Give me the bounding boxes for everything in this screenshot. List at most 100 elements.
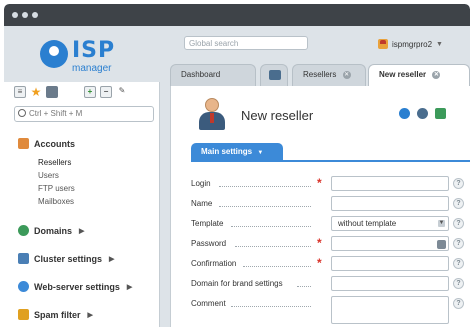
help-icon[interactable]: ? — [453, 198, 464, 209]
sidebar-group-label: Cluster settings — [34, 253, 103, 264]
help-icon[interactable]: ? — [453, 218, 464, 229]
global-search-input[interactable]: Global search — [184, 36, 308, 50]
logo-text: ISP — [72, 38, 116, 63]
tab-resellers[interactable]: Resellers ✕ — [292, 64, 366, 86]
leader-dots — [231, 306, 311, 307]
chevron-right-icon: ▶ — [126, 283, 133, 291]
tab-dashboard[interactable]: Dashboard — [170, 64, 256, 86]
sidebar-group-accounts[interactable]: Accounts — [18, 138, 75, 149]
leader-dots — [235, 246, 311, 247]
header-actions — [399, 108, 446, 119]
sidebar-group-web-server-settings[interactable]: Web-server settings ▶ — [18, 281, 132, 292]
sidebar-item-users[interactable]: Users — [38, 171, 59, 180]
required-mark: * — [317, 176, 322, 190]
section-tab-label: Main settings — [201, 147, 253, 156]
sidebar-group-label: Web-server settings — [34, 281, 120, 292]
user-menu[interactable]: ispmgrpro2 ▼ — [378, 37, 443, 51]
leader-dots — [219, 206, 311, 207]
help-icon[interactable]: ? — [453, 178, 464, 189]
collapse-all-icon[interactable]: − — [100, 86, 112, 98]
avatar-tie — [210, 113, 214, 123]
sidebar-toolbar: ≡ ★ + − ✎ — [14, 86, 128, 100]
pin-icon[interactable]: ✎ — [116, 86, 128, 98]
spam-icon — [18, 309, 29, 320]
help-icon[interactable]: ? — [453, 278, 464, 289]
search-icon — [18, 109, 26, 117]
tab-label: New reseller — [379, 70, 427, 79]
confirmation-input[interactable] — [331, 256, 449, 271]
field-label: Comment — [191, 299, 226, 308]
close-icon[interactable]: ✕ — [342, 70, 351, 79]
form-row-template: Template without template ▼ ? — [191, 216, 470, 232]
list-icon[interactable]: ≡ — [14, 86, 26, 98]
field-label: Confirmation — [191, 259, 237, 268]
template-selected-value: without template — [338, 219, 397, 228]
login-input[interactable] — [331, 176, 449, 191]
window-close-dot[interactable] — [12, 12, 18, 18]
sidebar-item-resellers[interactable]: Resellers — [38, 158, 71, 167]
field-label: Name — [191, 199, 213, 208]
page-title: New reseller — [241, 108, 314, 123]
required-mark: * — [317, 256, 322, 270]
form-row-password: Password * ? — [191, 236, 470, 252]
leader-dots — [243, 266, 311, 267]
sidebar-item-mailboxes[interactable]: Mailboxes — [38, 197, 74, 206]
refresh-icon[interactable] — [399, 108, 410, 119]
panel-icon — [269, 70, 281, 80]
form-row-login: Login * ? — [191, 176, 470, 192]
help-icon[interactable]: ? — [453, 238, 464, 249]
comment-textarea[interactable] — [331, 296, 449, 324]
generate-password-icon[interactable] — [437, 240, 446, 249]
chevron-down-icon: ▼ — [436, 40, 443, 48]
logo[interactable]: ISP manager — [40, 38, 140, 78]
logo-mark-icon — [40, 40, 68, 68]
window-minimize-dot[interactable] — [22, 12, 28, 18]
avatar-head — [205, 98, 219, 112]
field-label: Template — [191, 219, 224, 228]
settings-icon[interactable] — [417, 108, 428, 119]
form-row-name: Name ? — [191, 196, 470, 212]
user-name: ispmgrpro2 — [392, 39, 433, 49]
chevron-right-icon: ▶ — [109, 255, 115, 263]
template-select[interactable]: without template ▼ — [331, 216, 449, 231]
help-icon[interactable]: ? — [453, 298, 464, 309]
expand-all-icon[interactable]: + — [84, 86, 96, 98]
tab-label: Dashboard — [181, 70, 221, 79]
password-input[interactable] — [331, 236, 449, 251]
reseller-avatar-icon — [197, 98, 227, 132]
help-book-icon[interactable] — [435, 108, 446, 119]
globe-icon — [18, 225, 29, 236]
form-row-confirmation: Confirmation * ? — [191, 256, 470, 272]
sidebar-group-label: Domains — [34, 225, 73, 236]
main-settings-tab[interactable]: Main settings ▼ — [191, 143, 283, 161]
form-row-brand-domain: Domain for brand settings ? — [191, 276, 470, 292]
star-icon[interactable]: ★ — [30, 86, 42, 98]
help-icon[interactable]: ? — [453, 258, 464, 269]
form-row-comment: Comment ? — [191, 296, 470, 326]
cluster-icon — [18, 253, 29, 264]
logo-subtext: manager — [72, 63, 112, 74]
close-icon[interactable]: ✕ — [432, 70, 441, 79]
sidebar-group-label: Spam filter — [34, 309, 81, 320]
sidebar: ≡ ★ + − ✎ Ctrl + Shift + M Accounts Rese… — [4, 82, 160, 327]
home-icon[interactable] — [46, 86, 58, 98]
chevron-down-icon: ▼ — [438, 220, 445, 227]
chevron-right-icon: ▶ — [79, 227, 85, 235]
leader-dots — [219, 186, 311, 187]
name-input[interactable] — [331, 196, 449, 211]
sidebar-group-domains[interactable]: Domains ▶ — [18, 225, 84, 236]
users-icon — [18, 138, 29, 149]
sidebar-group-cluster-settings[interactable]: Cluster settings ▶ — [18, 253, 114, 264]
sidebar-item-ftp-users[interactable]: FTP users — [38, 184, 75, 193]
tab-label: Resellers — [303, 70, 337, 79]
menu-search-input[interactable]: Ctrl + Shift + M — [14, 106, 154, 122]
tab-new-reseller[interactable]: New reseller ✕ — [368, 64, 470, 86]
tab-panel[interactable] — [260, 64, 288, 86]
brand-domain-input[interactable] — [331, 276, 449, 291]
field-label: Password — [191, 239, 227, 248]
sidebar-group-spam-filter[interactable]: Spam filter ▶ — [18, 309, 93, 320]
user-icon — [378, 39, 388, 49]
window-maximize-dot[interactable] — [32, 12, 38, 18]
menu-search-placeholder: Ctrl + Shift + M — [29, 109, 83, 118]
sidebar-group-label: Accounts — [34, 138, 76, 149]
